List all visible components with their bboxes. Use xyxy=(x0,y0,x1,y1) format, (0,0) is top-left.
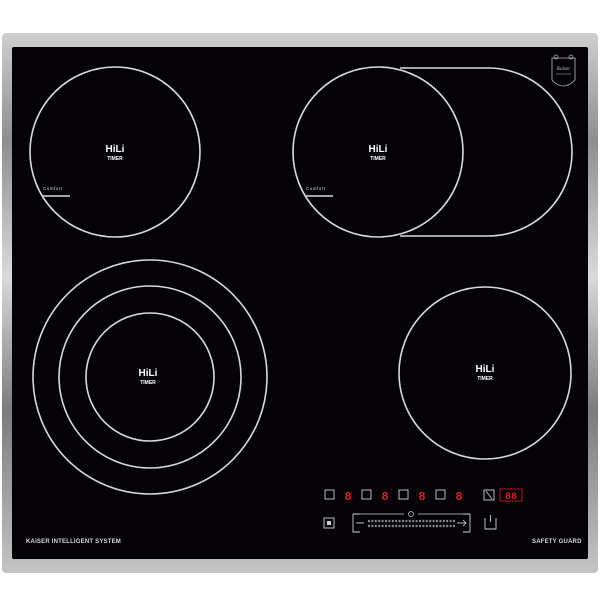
key-icon xyxy=(408,511,414,517)
zone-triple-sublabel: TIMER xyxy=(140,380,156,386)
zone-top-right-sublabel: TIMER xyxy=(370,156,386,162)
svg-text:Kaiser: Kaiser xyxy=(556,67,570,72)
brand-left-text: KAISER INTELLIGENT SYSTEM xyxy=(26,539,122,545)
zone-select-button[interactable] xyxy=(361,489,372,500)
power-slider[interactable] xyxy=(352,511,471,533)
zone-select-button[interactable] xyxy=(324,489,335,500)
zone-display-2: 8 xyxy=(381,490,388,504)
cooktop-graphics: HiLi TIMER Comfort HiLi TIMER Comfort Hi… xyxy=(29,54,576,533)
zone-display-3: 8 xyxy=(418,490,425,504)
zone-select-button[interactable] xyxy=(435,489,446,500)
zone-bottom-right-sublabel: TIMER xyxy=(477,376,493,382)
control-panel: 8 8 8 8 88 xyxy=(323,488,523,533)
zone-bottom-right-label: HiLi xyxy=(476,364,495,375)
power-icon[interactable] xyxy=(484,515,497,530)
kaiser-logo: Kaiser xyxy=(551,54,576,87)
zone-top-left-label: HiLi xyxy=(106,144,125,155)
zone-top-left-comfort: Comfort xyxy=(43,186,63,191)
zone-select-button[interactable] xyxy=(398,489,409,500)
brand-right-text: SAFETY GUARD xyxy=(532,539,582,545)
zone-display-4: 8 xyxy=(455,490,462,504)
timer-display: 88 xyxy=(505,492,517,503)
zone-display-1: 8 xyxy=(344,490,351,504)
zone-top-left-sublabel: TIMER xyxy=(107,156,123,162)
zone-top-right-oval-ring[interactable] xyxy=(400,67,573,237)
zone-top-right-comfort: Comfort xyxy=(306,186,326,191)
zone-top-right-label: HiLi xyxy=(369,144,388,155)
zone-triple-label: HiLi xyxy=(139,368,158,379)
